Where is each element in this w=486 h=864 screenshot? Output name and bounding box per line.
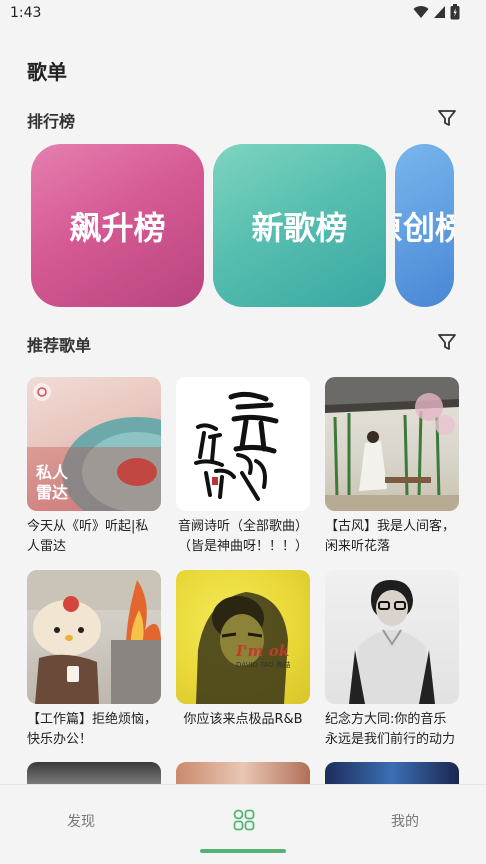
status-time: 1:43 (10, 5, 42, 21)
rankings-header: 排行榜 (27, 106, 459, 131)
nav-discover[interactable]: 发现 (67, 811, 95, 831)
playlist-card-partial[interactable] (176, 762, 310, 784)
rank-card-label: 新歌榜 (251, 208, 348, 247)
recommended-label: 推荐歌单 (27, 336, 92, 355)
rank-card-label: 飙升榜 (69, 208, 166, 247)
cover-text: 私人 雷达 (36, 463, 69, 502)
playlist-cover (176, 377, 310, 511)
playlist-card[interactable]: 【工作篇】拒绝烦恼，快乐办公！ (27, 570, 161, 750)
playlist-card[interactable]: 私人 雷达 今天从《听》听起|私人雷达 (27, 377, 161, 557)
playlist-card-partial[interactable] (27, 762, 161, 784)
battery-icon (450, 4, 460, 20)
home-indicator (200, 849, 286, 853)
cover-art (27, 570, 161, 704)
playlist-card[interactable]: I'm ok DAVID TAO 陶喆 你应该来点极品R&B (176, 570, 310, 730)
playlist-caption: 你应该来点极品R&B (183, 712, 303, 727)
cover-subtitle: DAVID TAO 陶喆 (236, 661, 291, 669)
rank-card-label: 原创榜 (395, 208, 454, 247)
rank-card-original[interactable]: 原创榜 (395, 144, 454, 307)
playlist-caption: 【古风】我是人间客，闲来听花落 (325, 519, 456, 554)
playlist-caption: 【工作篇】拒绝烦恼，快乐办公！ (27, 712, 158, 747)
wifi-icon (413, 6, 429, 19)
page-title: 歌单 (27, 60, 67, 84)
calligraphy-art (194, 391, 279, 501)
recommended-header: 推荐歌单 (27, 330, 459, 355)
playlist-card-partial[interactable] (325, 762, 459, 784)
playlist-cover: I'm ok DAVID TAO 陶喆 (176, 570, 310, 704)
status-icons (413, 4, 460, 20)
playlist-caption: 纪念方大同:你的音乐永远是我们前行的动力 (325, 712, 456, 747)
cover-art (349, 580, 435, 704)
status-bar: 1:43 (0, 0, 486, 28)
playlist-cover (27, 570, 161, 704)
grid-icon[interactable] (233, 809, 255, 831)
rankings-carousel[interactable]: 飙升榜 新歌榜 原创榜 (0, 144, 486, 308)
playlist-cover (325, 377, 459, 511)
cover-art (325, 377, 459, 511)
playlist-caption: 今天从《听》听起|私人雷达 (27, 519, 149, 554)
nav-mine[interactable]: 我的 (391, 811, 419, 831)
cover-title: I'm ok (236, 642, 290, 660)
playlist-cover: 私人 雷达 (27, 377, 161, 511)
playlist-caption: 音阙诗听（全部歌曲）（皆是神曲呀！！！） (177, 519, 308, 554)
rank-card-soaring[interactable]: 飙升榜 (31, 144, 204, 307)
filter-icon[interactable] (435, 330, 459, 354)
cover-art (196, 592, 288, 704)
rank-card-new[interactable]: 新歌榜 (213, 144, 386, 307)
rankings-label: 排行榜 (27, 112, 76, 131)
signal-icon (434, 6, 445, 18)
filter-icon[interactable] (435, 106, 459, 130)
playlist-cover (325, 570, 459, 704)
playlist-card[interactable]: 【古风】我是人间客，闲来听花落 (325, 377, 459, 557)
playlist-card[interactable]: 音阙诗听（全部歌曲）（皆是神曲呀！！！） (176, 377, 310, 557)
playlist-card[interactable]: 纪念方大同:你的音乐永远是我们前行的动力 (325, 570, 459, 750)
